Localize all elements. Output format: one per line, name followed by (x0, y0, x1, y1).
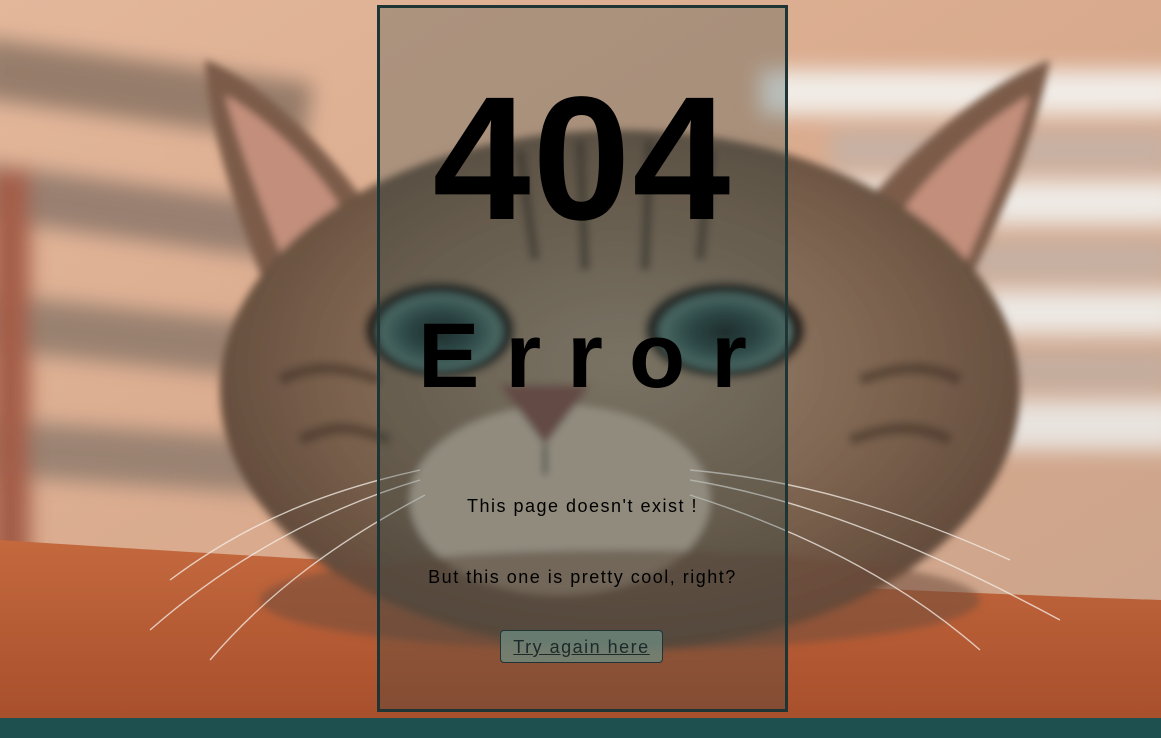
error-message-secondary: But this one is pretty cool, right? (428, 567, 737, 587)
error-page: 404 Error This page doesn't exist ! But … (0, 0, 1161, 738)
error-card: 404 Error This page doesn't exist ! But … (377, 5, 788, 712)
error-message-primary: This page doesn't exist ! (466, 496, 699, 516)
footer-bar (0, 718, 1161, 738)
try-again-link[interactable]: Try again here (500, 630, 663, 663)
error-title: Error (418, 305, 773, 407)
error-code: 404 (432, 61, 733, 257)
